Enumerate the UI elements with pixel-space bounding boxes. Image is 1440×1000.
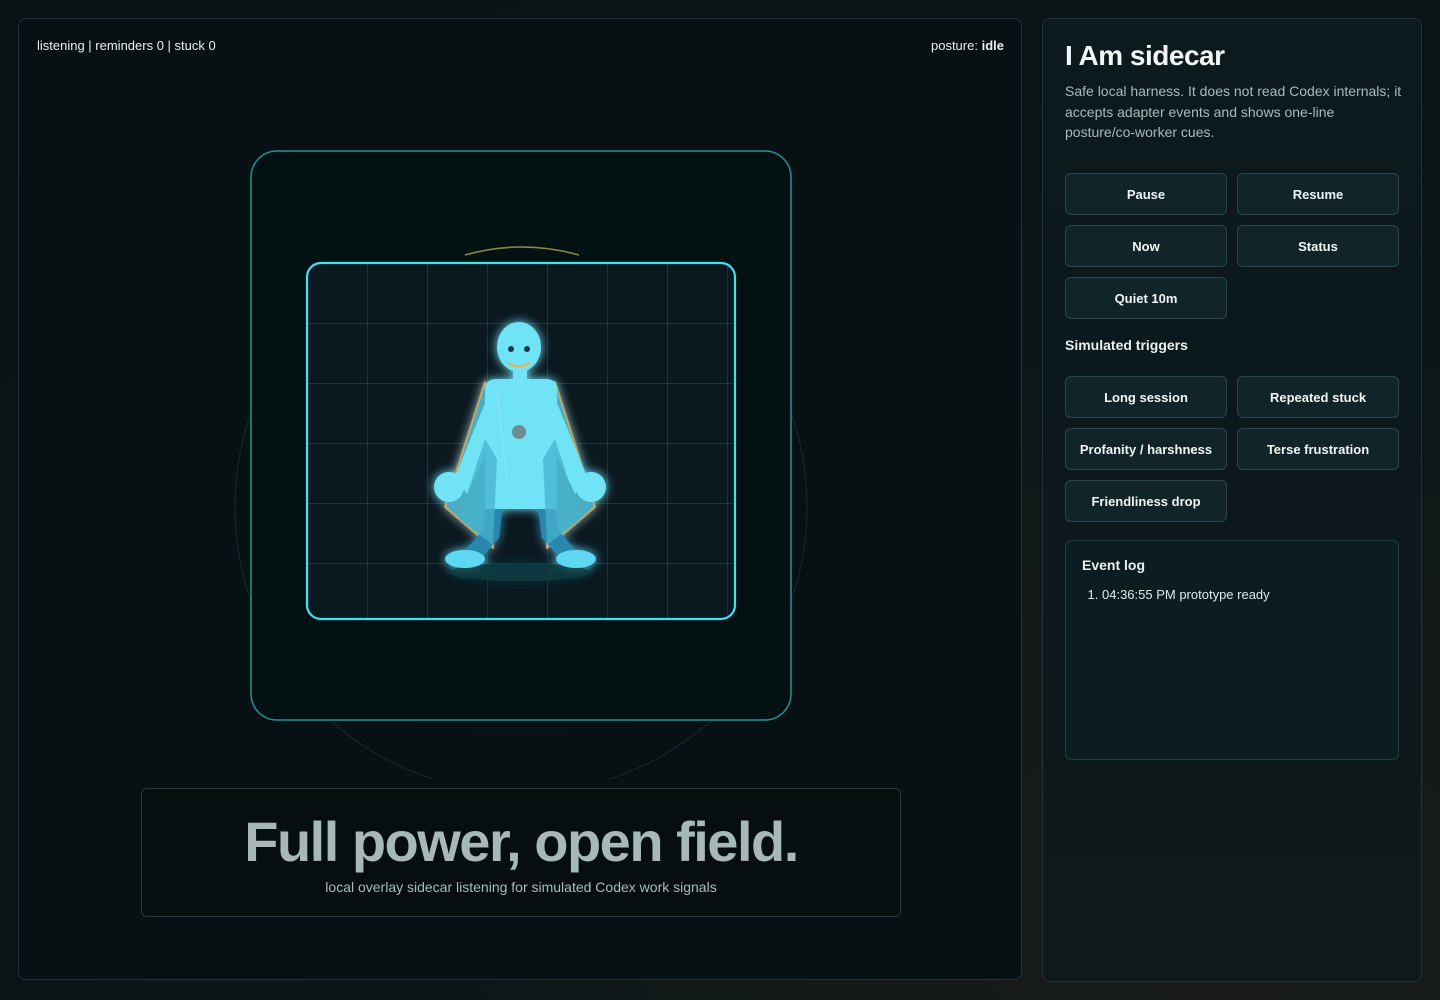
- right-hand: [576, 472, 606, 502]
- right-eye: [524, 346, 530, 352]
- caption-card: Full power, open field. local overlay si…: [141, 788, 901, 917]
- stage-panel: listening | reminders 0 | stuck 0 postur…: [18, 18, 1022, 980]
- quiet-button[interactable]: Quiet 10m: [1065, 277, 1227, 319]
- simulated-triggers-heading: Simulated triggers: [1065, 337, 1188, 353]
- pause-button[interactable]: Pause: [1065, 173, 1227, 215]
- status-button[interactable]: Status: [1237, 225, 1399, 267]
- friendliness-drop-button[interactable]: Friendliness drop: [1065, 480, 1227, 522]
- control-panel: I Am sidecar Safe local harness. It does…: [1042, 18, 1422, 982]
- profanity-button[interactable]: Profanity / harshness: [1065, 428, 1227, 470]
- caption-title: Full power, open field.: [244, 810, 799, 873]
- event-entry: 04:36:55 PM prototype ready: [1102, 587, 1270, 602]
- terse-frustration-button[interactable]: Terse frustration: [1237, 428, 1399, 470]
- event-log-title: Event log: [1082, 557, 1146, 573]
- event-log: Event log 04:36:55 PM prototype ready: [1065, 540, 1399, 760]
- panel-description: Safe local harness. It does not read Cod…: [1065, 83, 1402, 140]
- companion-figure-scene: [234, 150, 808, 779]
- chest-core: [512, 425, 526, 439]
- left-foot: [445, 550, 485, 568]
- head: [497, 322, 541, 372]
- now-button[interactable]: Now: [1065, 225, 1227, 267]
- event-list: 04:36:55 PM prototype ready: [1086, 587, 1270, 602]
- caption-subtitle: local overlay sidecar listening for simu…: [325, 879, 717, 895]
- right-foot: [556, 550, 596, 568]
- repeated-stuck-button[interactable]: Repeated stuck: [1237, 376, 1399, 418]
- left-hand: [434, 472, 464, 502]
- long-session-button[interactable]: Long session: [1065, 376, 1227, 418]
- left-eye: [508, 346, 514, 352]
- panel-title: I Am sidecar: [1065, 40, 1225, 71]
- resume-button[interactable]: Resume: [1237, 173, 1399, 215]
